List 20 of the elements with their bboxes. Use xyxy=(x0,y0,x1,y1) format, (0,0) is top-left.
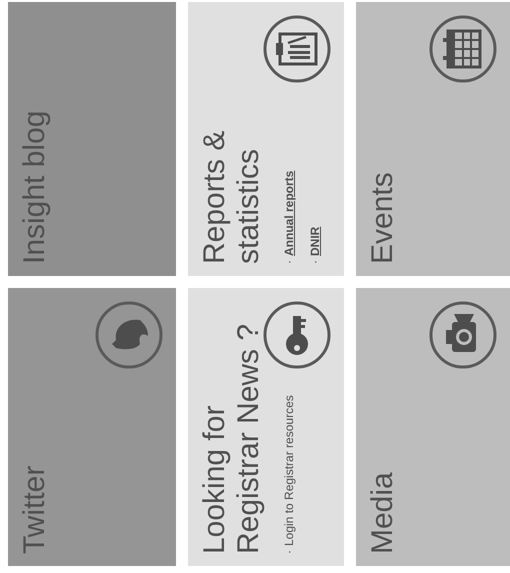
tile-link[interactable]: DNIR xyxy=(306,226,324,256)
tile[interactable]: Media xyxy=(356,288,510,566)
tile[interactable]: Reports & statistics · Annual reports · DNIR xyxy=(188,2,344,276)
tile-title: Media xyxy=(366,471,400,554)
bullet: · xyxy=(281,260,297,264)
bullet: · xyxy=(307,260,323,264)
key-icon xyxy=(262,300,332,370)
tile[interactable]: Events xyxy=(356,2,510,276)
tile-title: Reports & statistics xyxy=(198,130,266,264)
tile-title: Insight blog xyxy=(18,110,52,264)
tile-link[interactable]: Login to Registrar resources xyxy=(280,395,298,546)
camera-icon xyxy=(428,300,498,370)
tile-title: Events xyxy=(366,171,400,264)
bullet: · xyxy=(281,550,297,554)
calendar-icon xyxy=(428,14,498,84)
tile-link[interactable]: Annual reports xyxy=(280,170,298,256)
tile[interactable]: Looking for Registrar News ? · Login to Registrar resources xyxy=(188,288,344,566)
tile-title: Looking for Registrar News ? xyxy=(198,322,266,554)
tile-title: Twitter xyxy=(18,464,52,554)
clipboard-icon xyxy=(262,14,332,84)
